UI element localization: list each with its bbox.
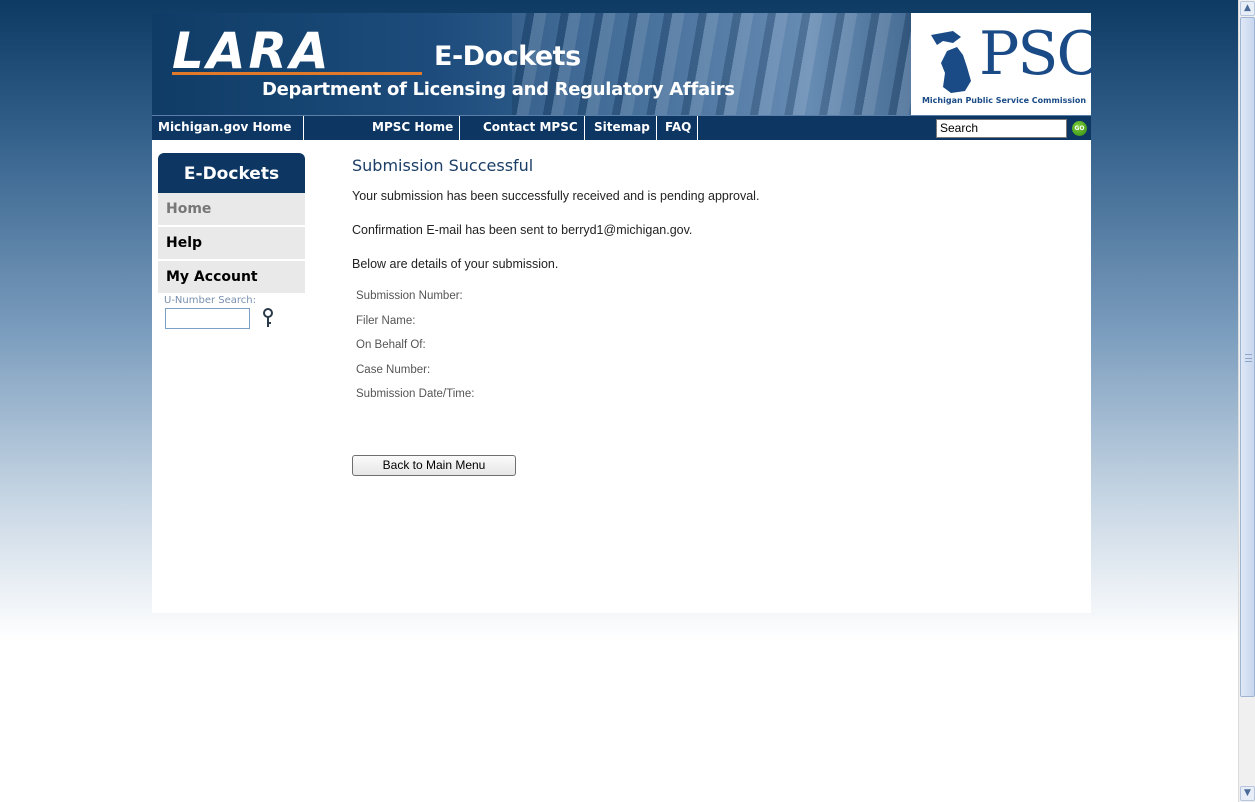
- go-button[interactable]: GO: [1072, 121, 1087, 136]
- page-container: LARA E-Dockets Department of Licensing a…: [152, 13, 1091, 613]
- michigan-mitten-icon: [931, 31, 971, 93]
- top-navigation: Michigan.gov Home MPSC Home Contact MPSC…: [152, 115, 1091, 140]
- back-to-main-menu-button[interactable]: Back to Main Menu: [352, 455, 516, 476]
- unumber-search-label: U-Number Search:: [164, 295, 257, 306]
- unumber-search-row: [158, 306, 305, 332]
- confirmation-email-message: Confirmation E-mail has been sent to ber…: [352, 223, 693, 237]
- vertical-scrollbar[interactable]: ▲ ▼: [1238, 0, 1255, 802]
- success-message: Your submission has been successfully re…: [352, 189, 760, 203]
- nav-contact-mpsc[interactable]: Contact MPSC: [477, 116, 585, 140]
- header-banner: LARA E-Dockets Department of Licensing a…: [152, 13, 1091, 115]
- sidebar-item-help[interactable]: Help: [158, 227, 305, 259]
- search-input[interactable]: Search: [936, 119, 1067, 138]
- detail-filer-name: Filer Name:: [356, 314, 416, 327]
- app-title: E-Dockets: [434, 41, 581, 72]
- scroll-grip-icon: [1245, 354, 1252, 362]
- scroll-thumb[interactable]: [1240, 17, 1255, 697]
- psc-subtitle: Michigan Public Service Commission: [921, 96, 1087, 105]
- unumber-search-input[interactable]: [165, 308, 250, 329]
- detail-submission-date-time: Submission Date/Time:: [356, 388, 475, 400]
- lara-logo-underline: [172, 72, 422, 75]
- scroll-down-icon[interactable]: ▼: [1240, 786, 1255, 801]
- main-content: Submission Successful Your submission ha…: [352, 153, 1072, 476]
- scroll-up-icon[interactable]: ▲: [1240, 1, 1255, 16]
- sidebar-item-my-account[interactable]: My Account: [158, 261, 305, 293]
- detail-submission-number: Submission Number:: [356, 290, 463, 302]
- nav-michigan-gov-home[interactable]: Michigan.gov Home: [152, 116, 304, 140]
- key-search-icon[interactable]: [262, 308, 274, 328]
- nav-mpsc-home[interactable]: MPSC Home: [366, 116, 461, 140]
- psc-logo[interactable]: PSC Michigan Public Service Commission: [911, 13, 1091, 115]
- page-title: Submission Successful: [352, 156, 534, 175]
- detail-case-number: Case Number:: [356, 363, 431, 376]
- nav-sitemap[interactable]: Sitemap: [588, 116, 657, 140]
- nav-faq[interactable]: FAQ: [659, 116, 699, 140]
- submission-details: Submission Number: Filer Name: On Behalf…: [352, 289, 1072, 412]
- department-title: Department of Licensing and Regulatory A…: [262, 79, 735, 100]
- lara-logo[interactable]: LARA: [172, 23, 332, 79]
- detail-on-behalf-of: On Behalf Of:: [356, 339, 426, 351]
- details-intro: Below are details of your submission.: [352, 257, 559, 271]
- sidebar-item-home[interactable]: Home: [158, 193, 305, 225]
- sidebar: E-Dockets Home Help My Account U-Number …: [158, 153, 305, 332]
- sidebar-title: E-Dockets: [158, 153, 305, 193]
- psc-logo-text: PSC: [979, 19, 1091, 89]
